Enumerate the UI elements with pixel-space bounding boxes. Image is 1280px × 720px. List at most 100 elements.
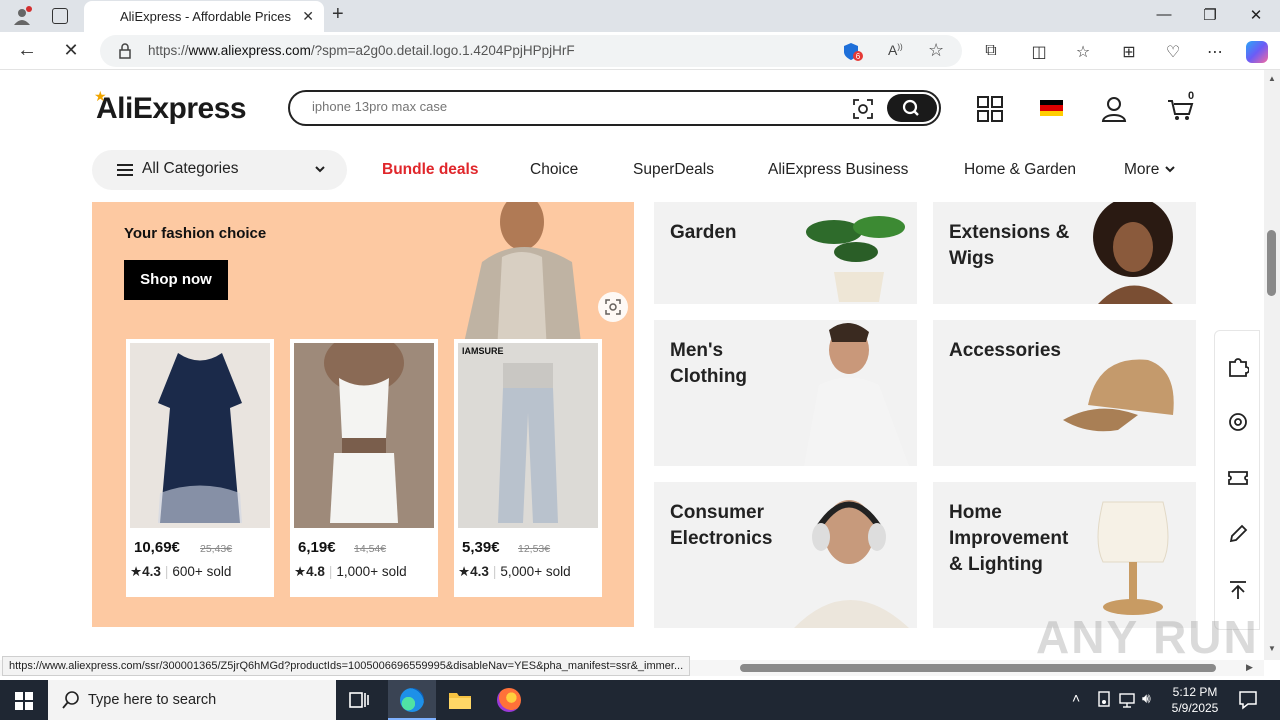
url-text[interactable]: https://www.aliexpress.com/?spm=a2g0o.de… xyxy=(148,43,575,58)
network-icon[interactable] xyxy=(1118,691,1136,714)
account-icon[interactable] xyxy=(1101,96,1127,127)
back-to-top-icon[interactable] xyxy=(1227,579,1249,606)
active-tab[interactable]: AliExpress - Affordable Prices on ✕ xyxy=(84,1,324,32)
tray-chevron-up-icon[interactable]: ˄ xyxy=(1072,690,1080,706)
coupon-ticket-icon[interactable] xyxy=(1227,467,1249,494)
nav-more[interactable]: More xyxy=(1124,161,1176,179)
restore-button[interactable]: ❐ xyxy=(1200,6,1220,24)
browser-toolbar: ← ✕ https://www.aliexpress.com/?spm=a2g0… xyxy=(0,32,1280,70)
search-input[interactable] xyxy=(312,99,832,114)
category-tile-consumer-electronics[interactable]: Consumer Electronics xyxy=(654,482,917,628)
category-tile-wigs[interactable]: Extensions & Wigs xyxy=(933,202,1196,304)
copilot-icon[interactable] xyxy=(1246,41,1268,63)
extensions-icon[interactable]: ⧉ xyxy=(980,42,1002,60)
clock-date: 5/9/2025 xyxy=(1171,701,1219,715)
lock-icon[interactable] xyxy=(118,43,132,64)
edge-taskbar-button[interactable] xyxy=(388,680,436,720)
product-rating: ★4.3 | 5,000+ sold xyxy=(458,564,571,579)
cart-count-badge: 0 xyxy=(1188,90,1195,102)
scroll-up-arrow-icon[interactable]: ▲ xyxy=(1268,74,1276,83)
address-bar[interactable]: https://www.aliexpress.com/?spm=a2g0o.de… xyxy=(100,35,962,67)
all-categories-label: All Categories xyxy=(142,160,239,177)
clock-time: 5:12 PM xyxy=(1172,685,1218,699)
product-card[interactable]: IAMSURE 5,39€ 12,53€ ★4.3 | 5,000+ sold xyxy=(454,339,602,597)
nav-superdeals[interactable]: SuperDeals xyxy=(633,161,714,179)
favorites-icon[interactable]: ☆ xyxy=(1072,42,1094,62)
loading-tab-icon xyxy=(96,9,110,23)
product-brand-label: IAMSURE xyxy=(462,346,504,356)
image-search-icon[interactable] xyxy=(852,98,874,120)
floating-side-panel xyxy=(1214,330,1260,630)
product-price: 6,19€ xyxy=(298,539,336,556)
headphones-model-image xyxy=(794,500,909,628)
shop-now-button[interactable]: Shop now xyxy=(124,260,228,300)
nav-home-garden[interactable]: Home & Garden xyxy=(964,161,1076,179)
product-price: 10,69€ xyxy=(134,539,180,556)
banner-model-image xyxy=(442,202,612,352)
firefox-icon[interactable] xyxy=(497,688,521,712)
product-image-set xyxy=(294,343,434,528)
nav-choice[interactable]: Choice xyxy=(530,161,578,179)
category-tile-home-improvement[interactable]: Home Improvement & Lighting xyxy=(933,482,1196,628)
windows-start-icon[interactable] xyxy=(15,692,33,715)
vertical-scrollbar[interactable]: ▲ ▼ xyxy=(1264,70,1280,660)
all-categories-button[interactable]: All Categories xyxy=(92,150,347,190)
close-tab-icon[interactable]: ✕ xyxy=(302,8,314,25)
nav-aliexpress-business[interactable]: AliExpress Business xyxy=(768,161,908,179)
germany-flag-icon[interactable] xyxy=(1040,100,1063,116)
tray-device-icon[interactable] xyxy=(1096,691,1112,714)
category-tile-garden[interactable]: Garden xyxy=(654,202,917,304)
category-tile-accessories[interactable]: Accessories xyxy=(933,320,1196,466)
swirl-icon[interactable] xyxy=(1227,411,1249,438)
aliexpress-logo[interactable]: ★ AliExpress xyxy=(94,88,247,126)
profile-icon[interactable] xyxy=(12,6,32,26)
vertical-scroll-thumb[interactable] xyxy=(1267,230,1276,296)
nav-bundle-deals[interactable]: Bundle deals xyxy=(382,161,478,179)
fashion-banner[interactable]: Your fashion choice Shop now 10,69€ 25,4… xyxy=(92,202,634,627)
collections-icon[interactable]: ⊞ xyxy=(1118,42,1140,62)
product-old-price: 14,54€ xyxy=(354,543,387,555)
taskbar-clock[interactable]: 5:12 PM 5/9/2025 xyxy=(1162,684,1228,716)
svg-text:6: 6 xyxy=(856,52,861,61)
search-button[interactable] xyxy=(887,94,937,122)
category-tile-mens-clothing[interactable]: Men's Clothing xyxy=(654,320,917,466)
browser-essentials-icon[interactable]: ♡ xyxy=(1162,42,1184,62)
menu-icon xyxy=(117,163,133,182)
category-label: Men's Clothing xyxy=(670,340,748,387)
search-icon xyxy=(62,691,80,714)
file-explorer-icon[interactable] xyxy=(448,690,472,715)
settings-more-icon[interactable]: ⋯ xyxy=(1204,42,1226,62)
new-tab-button[interactable]: + xyxy=(332,3,344,26)
favorite-star-icon[interactable]: ☆ xyxy=(928,40,944,61)
close-window-button[interactable]: ✕ xyxy=(1246,6,1266,24)
horizontal-scroll-thumb[interactable] xyxy=(740,664,1216,672)
extension-shield-icon[interactable]: 6 xyxy=(842,42,864,67)
product-card[interactable]: 6,19€ 14,54€ ★4.8 | 1,000+ sold xyxy=(290,339,438,597)
product-old-price: 12,53€ xyxy=(518,543,551,555)
cart-icon[interactable]: 0 xyxy=(1166,90,1198,127)
edit-feedback-icon[interactable] xyxy=(1227,523,1249,550)
product-price: 5,39€ xyxy=(462,539,500,556)
minimize-button[interactable]: — xyxy=(1154,6,1174,23)
taskbar-search-box[interactable]: Type here to search xyxy=(48,680,336,720)
tab-actions-icon[interactable] xyxy=(52,8,68,24)
split-screen-icon[interactable]: ◫ xyxy=(1028,42,1050,62)
task-view-icon[interactable] xyxy=(349,691,369,714)
read-aloud-icon[interactable]: A)) xyxy=(888,42,903,58)
scroll-down-arrow-icon[interactable]: ▼ xyxy=(1268,644,1276,653)
puzzle-icon[interactable] xyxy=(1227,355,1250,382)
qr-code-icon[interactable] xyxy=(977,96,1003,127)
banner-image-search-icon[interactable] xyxy=(598,292,628,322)
product-card[interactable]: 10,69€ 25,43€ ★4.3 | 600+ sold xyxy=(126,339,274,597)
search-bar[interactable] xyxy=(288,90,941,126)
product-image-dress xyxy=(130,343,270,528)
tab-strip: AliExpress - Affordable Prices on ✕ + — … xyxy=(0,0,1280,32)
notifications-icon[interactable] xyxy=(1238,690,1258,715)
stop-loading-icon[interactable]: ✕ xyxy=(60,40,82,61)
plant-image xyxy=(806,216,905,302)
product-old-price: 25,43€ xyxy=(200,543,233,555)
back-icon[interactable]: ← xyxy=(16,39,38,62)
page-content: ★ AliExpress 0 All Categories Bundle dea… xyxy=(0,70,1264,660)
cap-image xyxy=(1063,359,1174,432)
volume-icon[interactable]: 🔊︎ xyxy=(1142,690,1151,707)
